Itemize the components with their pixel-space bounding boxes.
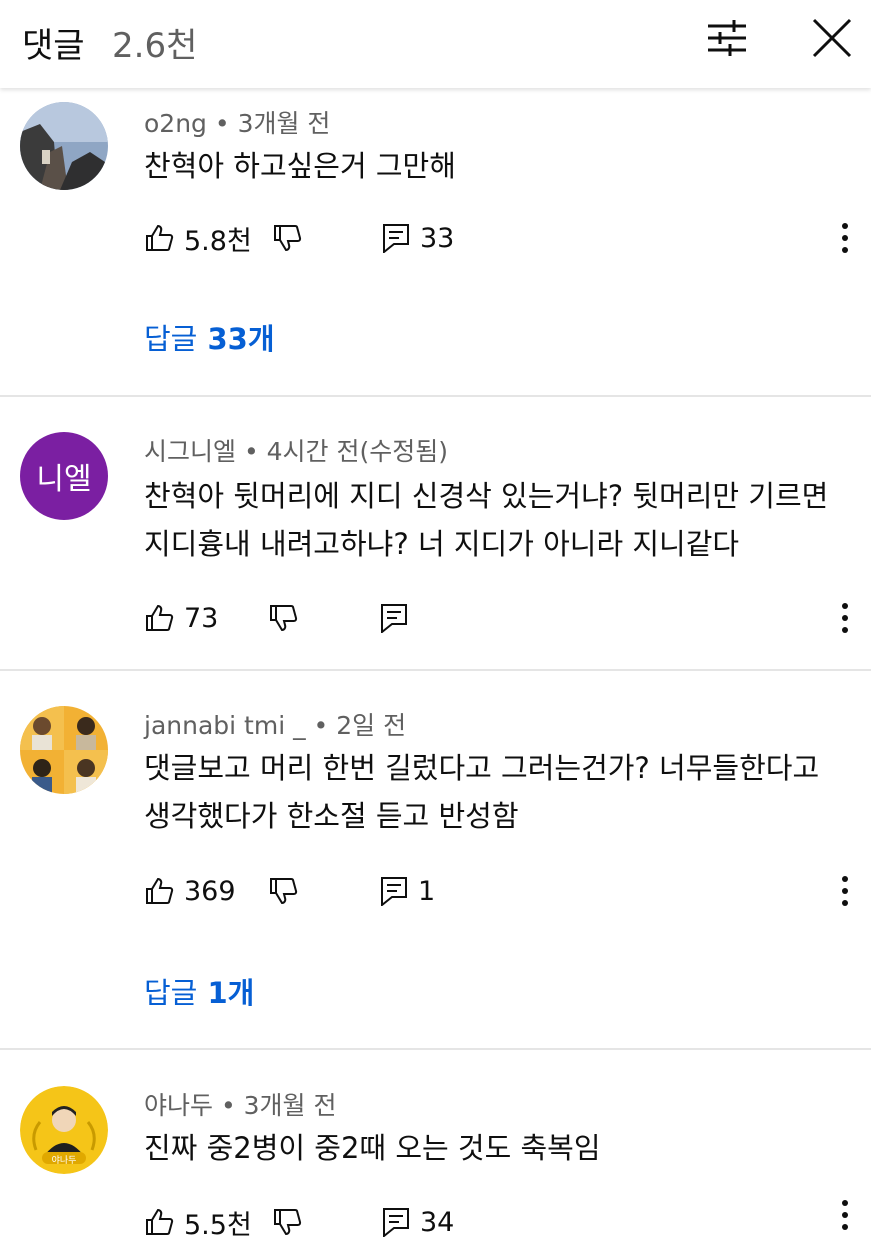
comment-actions: 73	[144, 596, 844, 640]
avatar[interactable]: 야나두	[20, 1086, 108, 1174]
divider	[0, 669, 871, 671]
reply-count: 1	[418, 875, 436, 907]
like-button[interactable]: 369	[144, 869, 236, 913]
comment-line: 댓글보고 머리 한번 길렀다고 그러는건가? 너무들한다고	[144, 751, 820, 785]
like-button[interactable]: 5.5천	[144, 1200, 252, 1244]
view-replies-link[interactable]: 답글 33개	[144, 316, 275, 358]
like-button[interactable]: 5.8천	[144, 216, 252, 260]
dislike-button[interactable]	[268, 869, 298, 913]
comment-author[interactable]: o2ng	[144, 109, 207, 138]
more-options-icon[interactable]	[830, 596, 860, 640]
reply-icon	[383, 1208, 409, 1237]
reply-count: 34	[420, 1206, 455, 1238]
comment-text: 찬혁아 하고싶은거 그만해	[144, 142, 456, 190]
comment-actions: 5.8천 33	[144, 216, 844, 260]
more-options-icon[interactable]	[830, 1193, 860, 1237]
dislike-button[interactable]	[272, 216, 302, 260]
thumbs-down-icon	[274, 1209, 302, 1236]
avatar-initials: 니엘	[36, 462, 92, 497]
reply-button[interactable]: 33	[382, 216, 454, 260]
thumbs-down-icon	[270, 605, 298, 632]
divider	[0, 1048, 871, 1050]
comment-time: 3개월 전	[243, 1091, 337, 1120]
comment-actions: 5.5천 34	[144, 1200, 844, 1244]
more-options-icon[interactable]	[830, 216, 860, 260]
avatar-label: 야나두	[51, 1156, 77, 1166]
reply-button[interactable]: 34	[382, 1200, 454, 1244]
comments-title: 댓글	[22, 26, 85, 66]
comment-author[interactable]: 시그니엘	[144, 437, 236, 466]
reply-button[interactable]	[380, 596, 408, 640]
view-replies-link[interactable]: 답글 1개	[144, 970, 254, 1012]
comment-line: 생각했다가 한소절 듣고 반성함	[144, 799, 519, 833]
reply-icon	[381, 877, 407, 906]
like-count: 73	[184, 602, 219, 634]
comment-meta: o2ng • 3개월 전	[144, 109, 331, 138]
reply-button[interactable]: 1	[380, 869, 435, 913]
comment-time: 3개월 전	[237, 109, 331, 138]
thumbs-up-icon	[146, 224, 174, 251]
reply-icon	[381, 604, 407, 633]
comment-text: 찬혁아 뒷머리에 지디 신경삭 있는거냐? 뒷머리만 기르면 지디흉내 내려고하…	[144, 472, 828, 568]
reply-count: 33	[420, 222, 455, 254]
thumbs-down-icon	[274, 225, 302, 252]
divider	[0, 395, 871, 397]
replies-count: 33개	[207, 322, 275, 356]
comment-line: 찬혁아 뒷머리에 지디 신경삭 있는거냐? 뒷머리만 기르면	[144, 479, 829, 513]
close-icon[interactable]	[810, 16, 854, 60]
comment-text: 진짜 중2병이 중2때 오는 것도 축복임	[144, 1124, 601, 1172]
comment-time: 2일 전	[336, 711, 407, 740]
like-button[interactable]: 73	[144, 596, 218, 640]
comment-author[interactable]: jannabi tmi _	[144, 711, 306, 740]
sort-filter-icon[interactable]	[704, 18, 750, 58]
like-count: 369	[184, 875, 236, 907]
comment-actions: 369 1	[144, 869, 844, 913]
comment-meta: 야나두 • 3개월 전	[144, 1091, 337, 1120]
avatar[interactable]	[20, 706, 108, 794]
reply-icon	[383, 224, 409, 253]
dislike-button[interactable]	[272, 1200, 302, 1244]
comment-text: 댓글보고 머리 한번 길렀다고 그러는건가? 너무들한다고 생각했다가 한소절 …	[144, 744, 819, 840]
replies-label: 답글	[144, 322, 198, 356]
replies-label: 답글	[144, 976, 198, 1010]
thumbs-up-icon	[146, 877, 174, 904]
more-options-icon[interactable]	[830, 869, 860, 913]
like-count: 5.8천	[184, 225, 252, 257]
dislike-button[interactable]	[268, 596, 298, 640]
avatar[interactable]	[20, 102, 108, 190]
thumbs-up-icon	[146, 604, 174, 631]
comments-header: 댓글 2.6천	[0, 0, 871, 88]
comment-line: 찬혁아 하고싶은거 그만해	[144, 149, 456, 183]
thumbs-down-icon	[270, 878, 298, 905]
comment-line: 진짜 중2병이 중2때 오는 것도 축복임	[144, 1131, 601, 1165]
avatar[interactable]: 니엘	[20, 432, 108, 520]
comment-time: 4시간 전(수정됨)	[266, 437, 449, 466]
comment-meta: 시그니엘 • 4시간 전(수정됨)	[144, 437, 449, 466]
replies-count: 1개	[207, 976, 255, 1010]
thumbs-up-icon	[146, 1208, 174, 1235]
comment-meta: jannabi tmi _ • 2일 전	[144, 711, 407, 740]
comment-line: 지디흉내 내려고하냐? 너 지디가 아니라 지니같다	[144, 527, 740, 561]
like-count: 5.5천	[184, 1209, 252, 1241]
comments-count: 2.6천	[112, 26, 198, 66]
comment-author[interactable]: 야나두	[144, 1091, 213, 1120]
